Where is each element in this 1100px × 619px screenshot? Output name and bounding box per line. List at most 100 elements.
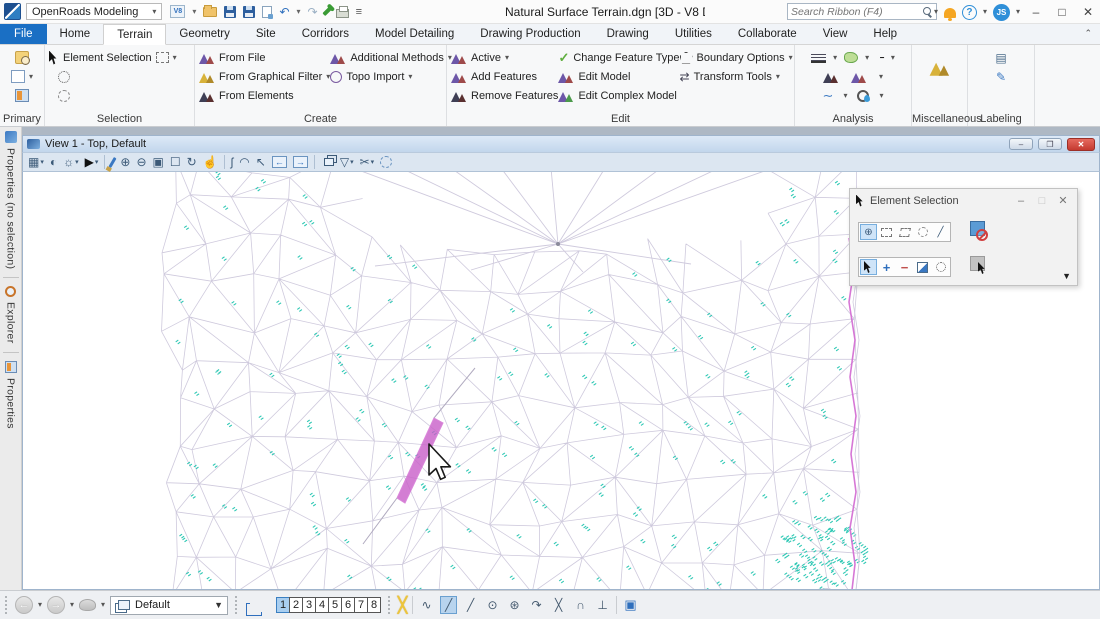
chevron-down-icon[interactable]: ▾ xyxy=(879,92,883,100)
view-windows-icon[interactable] xyxy=(250,599,266,612)
close-button[interactable]: ✕ xyxy=(1078,5,1098,19)
chevron-down-icon[interactable]: ▾ xyxy=(29,73,33,81)
view-attributes-button[interactable]: ▦▾ xyxy=(28,156,44,168)
view-restore-button[interactable]: ❐ xyxy=(1038,138,1062,150)
mode-invert-button[interactable] xyxy=(914,259,931,275)
selection-box-icon[interactable] xyxy=(156,52,169,63)
tab-model-detailing[interactable]: Model Detailing xyxy=(362,24,467,44)
zoom-in-button[interactable]: ⊕ xyxy=(120,156,130,168)
element-selection-dialog[interactable]: Element Selection – □ ✕ ⊕ ╱ xyxy=(849,188,1078,286)
view-perspective-button[interactable]: ▶▾ xyxy=(85,156,99,168)
compress-file-icon[interactable] xyxy=(262,6,272,18)
snap-bisector-button[interactable]: ↷ xyxy=(528,596,545,614)
redo-icon[interactable]: ↷ xyxy=(308,6,318,18)
dock-tab-properties-no-selection[interactable]: Properties (no selection) xyxy=(5,148,17,269)
transform-tools-button[interactable]: ⇄Transform Tools▾ xyxy=(680,67,793,86)
clip-volume-button[interactable]: ▽▾ xyxy=(340,156,354,168)
dialog-expand-icon[interactable]: ▼ xyxy=(1062,271,1071,281)
add-features-button[interactable]: Add Features xyxy=(451,67,558,86)
hydraulic-analysis-icon[interactable] xyxy=(811,52,826,63)
mode-add-button[interactable]: + xyxy=(878,259,895,275)
snap-intersection-button[interactable]: ╳ xyxy=(550,596,567,614)
change-feature-type-button[interactable]: ✓Change Feature Type xyxy=(558,48,679,67)
chevron-down-icon[interactable]: ▾ xyxy=(865,54,869,62)
accudraw-button[interactable]: ▣ xyxy=(622,596,639,614)
display-rules-button[interactable]: ◐ xyxy=(50,156,57,168)
view-toggle-1[interactable]: 1 xyxy=(276,597,290,613)
dialog-restore-icon[interactable]: □ xyxy=(1034,195,1050,207)
tab-geometry[interactable]: Geometry xyxy=(166,24,243,44)
view-group-select[interactable]: Default ▼ xyxy=(110,596,228,615)
maximize-button[interactable]: □ xyxy=(1052,5,1072,19)
chevron-down-icon[interactable]: ▾ xyxy=(833,54,837,62)
ribbon-search[interactable] xyxy=(787,3,937,20)
edit-complex-model-button[interactable]: Edit Complex Model xyxy=(558,86,679,105)
pond-analysis-icon[interactable] xyxy=(857,90,869,102)
apply-clip-button[interactable] xyxy=(380,156,392,168)
zoom-out-button[interactable]: ⊖ xyxy=(136,156,146,168)
profile-curve-icon[interactable]: ╶ xyxy=(876,51,884,64)
explorer-icon[interactable] xyxy=(5,286,16,297)
view-toggle-3[interactable]: 3 xyxy=(302,597,316,613)
pan-view-button[interactable]: ☝ xyxy=(203,156,218,168)
minimize-button[interactable]: – xyxy=(1026,5,1046,19)
label-table-icon[interactable]: ▤ xyxy=(995,52,1006,64)
chevron-down-icon[interactable]: ▾ xyxy=(297,8,301,16)
element-selection-button[interactable]: Element Selection ▾ xyxy=(49,48,190,67)
customize-toolbar-icon[interactable]: ≡ xyxy=(356,6,362,18)
view-next-button[interactable]: → xyxy=(293,156,308,168)
view-toggle-6[interactable]: 6 xyxy=(341,597,355,613)
snap-keypoint-button[interactable]: ╱ xyxy=(440,596,457,614)
contours-icon[interactable] xyxy=(844,52,858,63)
saved-views-icon[interactable] xyxy=(79,599,96,611)
explorer-icon[interactable] xyxy=(15,51,29,64)
toolbar-grip[interactable] xyxy=(5,596,8,614)
tab-terrain[interactable]: Terrain xyxy=(103,24,166,45)
search-input[interactable] xyxy=(791,6,923,18)
update-view-button[interactable] xyxy=(109,156,117,167)
copy-view-button[interactable] xyxy=(324,158,334,166)
chevron-down-icon[interactable]: ▾ xyxy=(879,73,883,81)
additional-methods-button[interactable]: Additional Methods▾ xyxy=(330,48,452,67)
tab-file[interactable]: File xyxy=(0,24,47,44)
user-avatar[interactable]: JS xyxy=(993,4,1010,21)
drawing-canvas[interactable]: Element Selection – □ ✕ ⊕ ╱ xyxy=(22,172,1100,590)
notifications-bell-icon[interactable] xyxy=(944,8,956,18)
tab-view[interactable]: View xyxy=(810,24,861,44)
back-button[interactable]: ← xyxy=(15,596,33,614)
undo-icon[interactable]: ↶ xyxy=(279,6,289,18)
look-around-button[interactable]: ◠ xyxy=(239,156,249,168)
analyze-terrain-icon[interactable] xyxy=(851,71,867,83)
label-pencil-icon[interactable]: ✎ xyxy=(996,71,1006,83)
method-line-button[interactable]: ╱ xyxy=(932,224,949,240)
view-title-bar[interactable]: View 1 - Top, Default – ❐ ✕ xyxy=(22,135,1100,152)
view-minimize-button[interactable]: – xyxy=(1009,138,1033,150)
snap-midpoint-button[interactable]: ╱ xyxy=(462,596,479,614)
chevron-down-icon[interactable]: ▾ xyxy=(70,601,74,609)
forward-button[interactable]: → xyxy=(47,596,65,614)
search-icon[interactable] xyxy=(923,7,933,17)
save-settings-icon[interactable] xyxy=(243,6,255,18)
method-block-button[interactable] xyxy=(878,224,895,240)
topo-import-button[interactable]: Topo Import▾ xyxy=(330,67,452,86)
toolbar-grip[interactable] xyxy=(235,596,238,614)
chevron-down-icon[interactable]: ▾ xyxy=(38,601,42,609)
dialog-title-bar[interactable]: Element Selection – □ ✕ xyxy=(850,189,1077,212)
remove-features-button[interactable]: Remove Features xyxy=(451,86,558,105)
cancel-icon[interactable]: ╳ xyxy=(398,598,407,613)
place-fence-icon[interactable] xyxy=(58,90,70,102)
misc-terrain-icon[interactable] xyxy=(929,60,950,76)
workspace-dropdown[interactable]: OpenRoads Modeling ▾ xyxy=(26,3,162,20)
chevron-down-icon[interactable]: ▾ xyxy=(173,54,177,62)
method-shape-button[interactable] xyxy=(896,224,913,240)
tab-help[interactable]: Help xyxy=(860,24,910,44)
properties-icon[interactable] xyxy=(15,89,29,102)
tab-home[interactable]: Home xyxy=(47,24,104,44)
collapse-ribbon-icon[interactable]: ⌃ xyxy=(1084,28,1092,39)
snap-center-button[interactable]: ⊙ xyxy=(484,596,501,614)
dialog-minimize-icon[interactable]: – xyxy=(1013,195,1029,207)
tab-site[interactable]: Site xyxy=(243,24,289,44)
navigate-view-button[interactable]: ↖ xyxy=(256,156,266,168)
view-close-button[interactable]: ✕ xyxy=(1067,138,1095,151)
view-toggle-2[interactable]: 2 xyxy=(289,597,303,613)
